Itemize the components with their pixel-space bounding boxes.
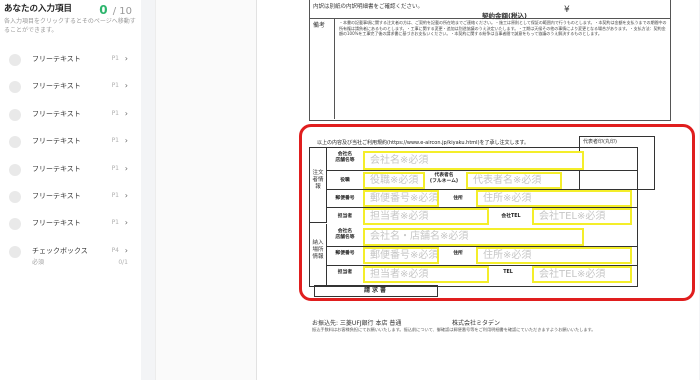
label-title: 役職 [340, 178, 350, 183]
thumbnail-gutter [141, 0, 257, 380]
sidebar-title: あなたの入力項目 [4, 4, 73, 14]
sidebar: あなたの入力項目 0 / 10 各入力項目をクリックするとそのページへ移動するこ… [0, 0, 142, 380]
input-item-page: P1 [111, 109, 119, 117]
label-person2: 担当者 [337, 270, 353, 275]
input-item-page: P1 [111, 191, 119, 199]
input-item[interactable]: フリーテキスト P1 › [4, 128, 130, 155]
chevron-right-icon: › [124, 108, 128, 118]
input-item-page: P1 [111, 82, 119, 90]
rep-name-field[interactable]: 代表者名※必須 [466, 172, 562, 189]
gutter-column [155, 0, 257, 380]
input-item-page: P1 [111, 55, 119, 62]
required-label: 必須 [32, 258, 45, 266]
status-circle-icon [9, 245, 21, 258]
chevron-right-icon: › [124, 245, 128, 255]
title-field[interactable]: 役職※必須 [363, 172, 425, 189]
input-item-page: P1 [111, 219, 119, 227]
input-item[interactable]: フリーテキスト P1 › [4, 73, 130, 100]
status-circle-icon [9, 108, 21, 121]
delivery-address-field[interactable]: 住所※必須 [476, 247, 632, 264]
input-item-label: フリーテキスト [32, 55, 81, 63]
top-note: 内訳は別紙の内訳明細書をご確認ください。 [313, 4, 424, 10]
chevron-right-icon: › [124, 163, 128, 173]
chevron-right-icon: › [124, 218, 128, 228]
label-rep: 代表者名 (フルネーム) [429, 173, 459, 184]
order-form-grid: 注文者情報 納入場所情報 会社名 店舗名等 役職 代表者名 (フルネーム) 郵便… [309, 147, 638, 287]
delivery-side-label: 納入場所情報 [310, 224, 327, 285]
document-page: 契約金額(税込) ¥ 備考 ・本書の記載事項に関する注文者の方は、ご契約を記載の… [256, 0, 699, 380]
seal-label: 代表者印(丸印) [583, 139, 617, 145]
label-company-tel: 会社TEL [501, 214, 521, 219]
sidebar-description: 各入力項目をクリックするとそのページへ移動することができます。 [4, 18, 136, 34]
remarks-divider [334, 18, 335, 119]
input-item-label: フリーテキスト [32, 164, 81, 173]
status-circle-icon [9, 54, 21, 66]
total-count: / 10 [112, 6, 132, 17]
address-field[interactable]: 住所※必須 [476, 190, 632, 207]
sidebar-header: あなたの入力項目 0 / 10 [4, 3, 136, 17]
invoice-label: 請求書 [314, 285, 438, 297]
label-person: 担当者 [337, 214, 353, 219]
chevron-right-icon: › [124, 190, 128, 200]
label-company2: 会社名 店舗名等 [335, 229, 355, 240]
remarks-label: 備考 [313, 22, 326, 29]
delivery-zip-field[interactable]: 郵便番号※必須 [363, 247, 439, 264]
label-zip: 郵便番号 [335, 196, 355, 201]
status-circle-icon [9, 136, 21, 149]
remarks-text: ・本書の記載事項に関する注文者の方は、ご契約を記載の所在地までご連絡ください。・… [339, 20, 667, 37]
input-item-label: フリーテキスト [32, 137, 81, 146]
company-field[interactable]: 会社名※必須 [363, 151, 584, 170]
grid-line [327, 170, 637, 171]
input-item[interactable]: フリーテキスト P1 › [4, 210, 130, 237]
bank-info: お振込先: 三菱UFJ銀行 本店 普通 株式会社ミタデン [312, 318, 500, 327]
input-item[interactable]: フリーテキスト P1 › [4, 101, 130, 128]
input-item-page: P4 [111, 246, 119, 254]
chevron-right-icon: › [124, 81, 128, 91]
input-item[interactable]: フリーテキスト P1 › [4, 46, 130, 73]
input-item-label: フリーテキスト [32, 219, 81, 228]
done-count: 0 [99, 3, 108, 17]
fine-print: 振込手数料はお客様負担にてお願いいたします。振込前について、御確認は郵便番号等を… [312, 327, 596, 332]
yen-symbol: ¥ [564, 5, 570, 15]
checkbox-count: 0/1 [118, 258, 128, 266]
contract-summary-box: 契約金額(税込) ¥ 備考 ・本書の記載事項に関する注文者の方は、ご契約を記載の… [309, 0, 671, 121]
chevron-right-icon: › [124, 136, 128, 146]
input-item-list: フリーテキスト P1 › フリーテキスト P1 › フリーテキスト P1 › フ… [4, 46, 130, 274]
input-item[interactable]: フリーテキスト P1 › [4, 156, 130, 183]
input-item-label: フリーテキスト [32, 109, 81, 118]
label-zip2: 郵便番号 [335, 251, 355, 256]
input-item-label: チェックボックス [32, 246, 88, 255]
delivery-company-field[interactable]: 会社名・店舗名※必須 [363, 228, 584, 246]
bank-account: お振込先: 三菱UFJ銀行 本店 普通 [312, 320, 402, 327]
input-item-label: フリーテキスト [32, 82, 81, 91]
orderer-side-label: 注文者情報 [310, 148, 327, 223]
person-field[interactable]: 担当者※必須 [363, 208, 489, 225]
status-circle-icon [9, 163, 21, 176]
input-item-label: フリーテキスト [32, 191, 81, 200]
delivery-tel-field[interactable]: 会社TEL※必須 [532, 266, 632, 283]
input-item[interactable]: フリーテキスト P1 › [4, 183, 130, 210]
status-circle-icon [9, 218, 21, 231]
status-circle-icon [9, 190, 21, 203]
label-company: 会社名 店舗名等 [335, 152, 355, 163]
delivery-person-field[interactable]: 担当者※必須 [363, 266, 489, 283]
zip-field[interactable]: 郵便番号※必須 [363, 190, 439, 207]
status-circle-icon [9, 81, 21, 94]
chevron-right-icon: › [124, 54, 128, 63]
input-item-page: P1 [111, 164, 119, 172]
label-address2: 住所 [453, 251, 463, 256]
label-tel2: TEL [503, 270, 513, 275]
company-name: 株式会社ミタデン [452, 320, 501, 327]
company-tel-field[interactable]: 会社TEL※必須 [532, 208, 632, 225]
label-address: 住所 [453, 196, 463, 201]
input-item-page: P1 [111, 137, 119, 145]
input-item-checkbox[interactable]: チェックボックス P4 › 必須 0/1 [4, 238, 130, 274]
amount-label: 契約金額(税込) [482, 12, 527, 20]
form-note: 以上の内容及び当社ご利用規約(https://www.e-aircon.jp/k… [317, 140, 530, 146]
